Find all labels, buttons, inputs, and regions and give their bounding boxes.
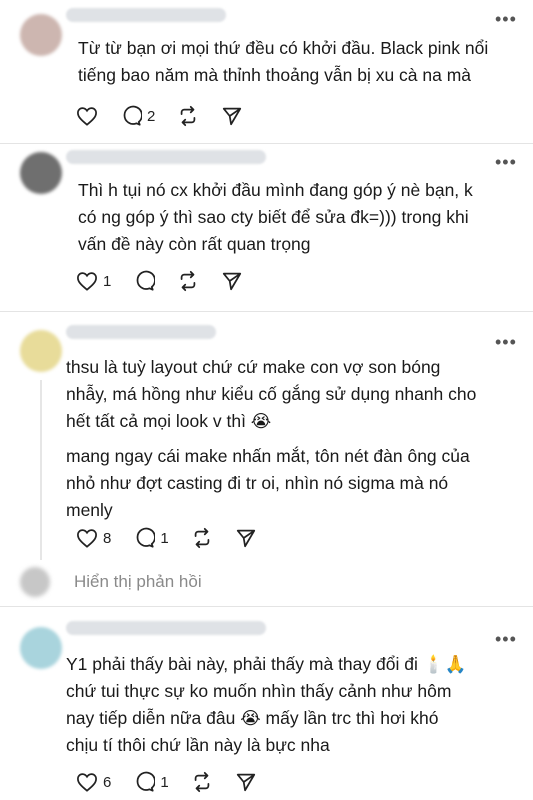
divider (0, 606, 533, 607)
comment-text: Từ từ bạn ơi mọi thứ đều có khởi đầu. Bl… (78, 38, 489, 85)
heart-icon (76, 271, 98, 291)
send-icon (221, 270, 243, 292)
send-icon (235, 527, 257, 549)
avatar[interactable] (20, 627, 62, 669)
username[interactable] (66, 150, 266, 164)
show-replies-label: Hiển thị phản hồi (74, 572, 202, 591)
heart-icon (76, 106, 98, 126)
repost-icon (191, 527, 213, 549)
repost-icon (177, 105, 199, 127)
share-button[interactable] (235, 771, 257, 793)
more-options-icon[interactable]: ••• (495, 333, 517, 351)
more-options-icon[interactable]: ••• (495, 630, 517, 648)
comment-text: thsu là tuỳ layout chứ cứ make con vợ so… (66, 357, 477, 520)
comment-icon (133, 527, 156, 549)
like-button[interactable]: 8 (76, 528, 111, 548)
heart-icon (76, 772, 98, 792)
repost-button[interactable] (177, 105, 199, 127)
share-button[interactable] (221, 270, 243, 292)
share-button[interactable] (235, 527, 257, 549)
username[interactable] (66, 621, 266, 635)
reply-button[interactable]: 1 (133, 527, 169, 549)
like-button[interactable]: 1 (76, 271, 111, 291)
action-bar: 1 (76, 268, 265, 294)
reply-count: 1 (160, 773, 169, 791)
show-replies-button[interactable]: Hiển thị phản hồi (20, 565, 202, 599)
avatar[interactable] (20, 14, 62, 56)
send-icon (235, 771, 257, 793)
heart-icon (76, 528, 98, 548)
more-options-icon[interactable]: ••• (495, 153, 517, 171)
reply-button[interactable]: 1 (133, 771, 169, 793)
repost-button[interactable] (191, 771, 213, 793)
send-icon (221, 105, 243, 127)
action-bar: 6 1 (76, 769, 279, 795)
share-button[interactable] (221, 105, 243, 127)
like-count: 8 (103, 529, 112, 547)
repost-icon (191, 771, 213, 793)
reply-count: 2 (147, 107, 156, 125)
like-button[interactable] (76, 106, 98, 126)
avatar[interactable] (20, 330, 62, 372)
reply-button[interactable]: 2 (120, 105, 155, 127)
reply-count: 1 (160, 529, 169, 547)
repost-button[interactable] (177, 270, 199, 292)
comment-icon (133, 771, 156, 793)
comment-icon (133, 270, 156, 292)
username[interactable] (66, 325, 216, 339)
divider (0, 143, 533, 144)
reply-avatar (20, 567, 50, 597)
like-button[interactable]: 6 (76, 772, 111, 792)
divider (0, 311, 533, 312)
thread-line (40, 380, 42, 560)
comment-icon (120, 105, 142, 127)
like-count: 1 (103, 272, 112, 290)
like-count: 6 (103, 773, 112, 791)
avatar[interactable] (20, 152, 62, 194)
repost-button[interactable] (191, 527, 213, 549)
username[interactable] (66, 8, 226, 22)
action-bar: 8 1 (76, 525, 279, 551)
comment-text: Thì h tụi nó cx khởi đầu mình đang góp ý… (78, 180, 473, 254)
reply-button[interactable] (133, 270, 156, 292)
more-options-icon[interactable]: ••• (495, 10, 517, 28)
action-bar: 2 (76, 103, 265, 129)
repost-icon (177, 270, 199, 292)
comment-text: Y1 phải thấy bài này, phải thấy mà thay … (66, 654, 467, 755)
